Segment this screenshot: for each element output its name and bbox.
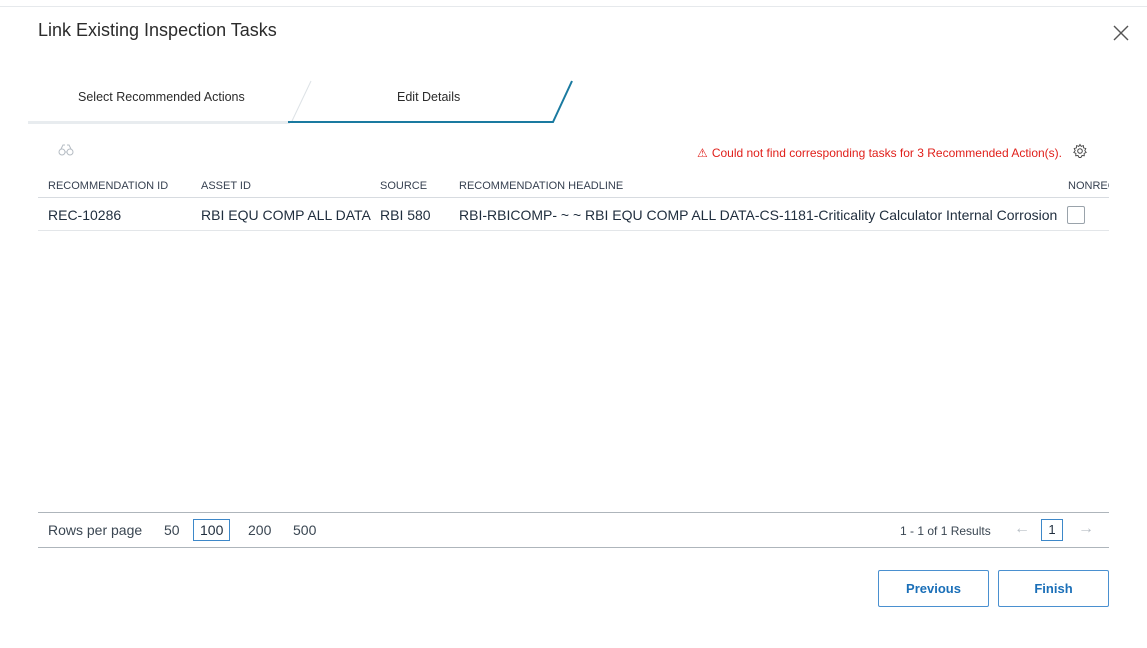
nonrec-checkbox[interactable] — [1067, 206, 1085, 224]
step-select-recommended-actions[interactable]: Select Recommended Actions — [78, 90, 245, 104]
top-divider — [0, 6, 1147, 7]
close-icon — [1113, 25, 1129, 41]
warning-text: Could not find corresponding tasks for 3… — [711, 146, 1062, 160]
column-header-recommendation-headline[interactable]: RECOMMENDATION HEADLINE — [459, 180, 623, 192]
column-header-nonrec[interactable]: NONREC — [1068, 180, 1109, 192]
previous-button[interactable]: Previous — [878, 570, 989, 607]
rows-option-500[interactable]: 500 — [293, 522, 316, 538]
warning-message: ⚠ Could not find corresponding tasks for … — [697, 146, 1062, 160]
prev-page-arrow-icon[interactable]: ← — [1014, 520, 1030, 538]
cell-recommendation-headline: RBI-RBICOMP- ~ ~ RBI EQU COMP ALL DATA-C… — [459, 207, 1058, 223]
rows-option-50[interactable]: 50 — [164, 522, 180, 538]
wizard-steps: Select Recommended Actions Edit Details — [28, 76, 588, 126]
recommendations-table: RECOMMENDATION ID ASSET ID SOURCE RECOMM… — [38, 176, 1109, 231]
dialog-title: Link Existing Inspection Tasks — [38, 20, 277, 40]
cell-source: RBI 580 — [380, 207, 431, 223]
cell-recommendation-id: REC-10286 — [48, 207, 122, 223]
gear-icon[interactable] — [1072, 143, 1088, 159]
results-count: 1 - 1 of 1 Results — [900, 524, 991, 538]
step-edit-details[interactable]: Edit Details — [397, 90, 460, 104]
current-page[interactable]: 1 — [1041, 519, 1063, 541]
rows-option-200[interactable]: 200 — [248, 522, 271, 538]
table-row[interactable]: REC-10286 RBI EQU COMP ALL DATA RBI 580 … — [38, 198, 1109, 231]
next-page-arrow-icon[interactable]: → — [1078, 520, 1094, 538]
column-header-asset-id[interactable]: ASSET ID — [201, 180, 251, 192]
pagination-bar: Rows per page 50 100 200 500 1 - 1 of 1 … — [38, 512, 1109, 548]
rows-per-page-label: Rows per page — [48, 522, 143, 538]
finish-button[interactable]: Finish — [998, 570, 1109, 607]
binoculars-icon[interactable] — [58, 143, 74, 156]
column-header-source[interactable]: SOURCE — [380, 180, 427, 192]
rows-option-100[interactable]: 100 — [193, 519, 231, 541]
table-header: RECOMMENDATION ID ASSET ID SOURCE RECOMM… — [38, 176, 1109, 198]
column-header-recommendation-id[interactable]: RECOMMENDATION ID — [48, 180, 168, 192]
cell-asset-id: RBI EQU COMP ALL DATA — [201, 207, 371, 223]
close-button[interactable] — [1110, 22, 1132, 44]
warning-icon: ⚠ — [697, 146, 708, 160]
